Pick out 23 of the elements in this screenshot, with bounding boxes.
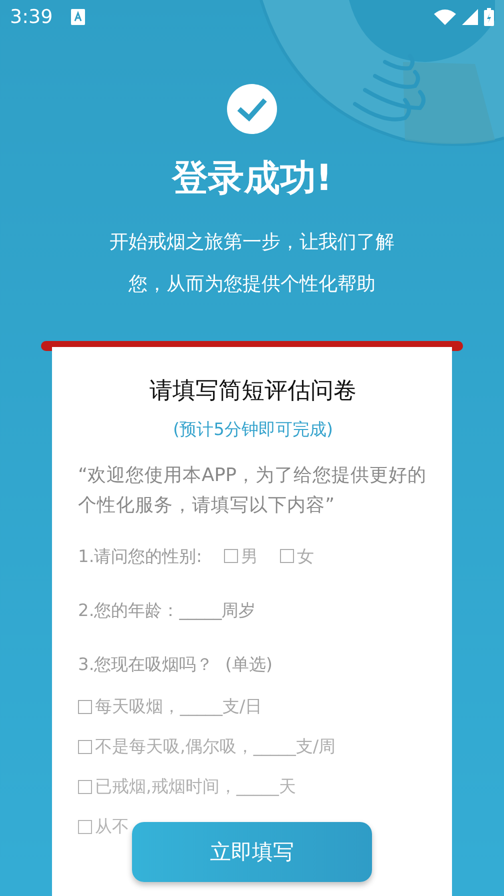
checkbox[interactable]: 男 [224,544,258,568]
keyboard-icon [70,9,85,25]
signal-icon [462,9,478,25]
wifi-icon [434,9,456,25]
question-label: 1.请问您的性别: [78,546,202,568]
success-title: 登录成功! [172,157,332,201]
checkbox[interactable]: 从不 [78,815,129,838]
status-time: 3:39 [10,6,53,28]
time-note: (预计5分钟即可完成) [172,419,334,441]
question-label: 3.您现在吸烟吗？ [78,654,214,676]
checkbox[interactable]: 女 [280,544,314,568]
question-label: 2.您的年龄：_____周岁 [78,600,256,622]
checkbox[interactable]: 不是每天吸,偶尔吸，_____支/周 [78,735,336,758]
battery-icon [484,8,494,26]
check-circle-icon [227,84,277,134]
subtitle-line: 开始戒烟之旅第一步，让我们了解 [110,230,394,255]
checkbox[interactable]: 每天吸烟，_____支/日 [78,695,262,718]
fill-now-button[interactable]: 立即填写 [132,822,372,882]
subtitle-line: 您，从而为您提供个性化帮助 [128,272,376,297]
question-hint: (单选) [225,654,272,676]
card-title: 请填写简短评估问卷 [148,377,358,406]
intro-text: “欢迎您使用本APP，为了给您提供更好的个性化服务，请填写以下内容” [78,464,428,518]
checkbox[interactable]: 已戒烟,戒烟时间，_____天 [78,775,296,798]
